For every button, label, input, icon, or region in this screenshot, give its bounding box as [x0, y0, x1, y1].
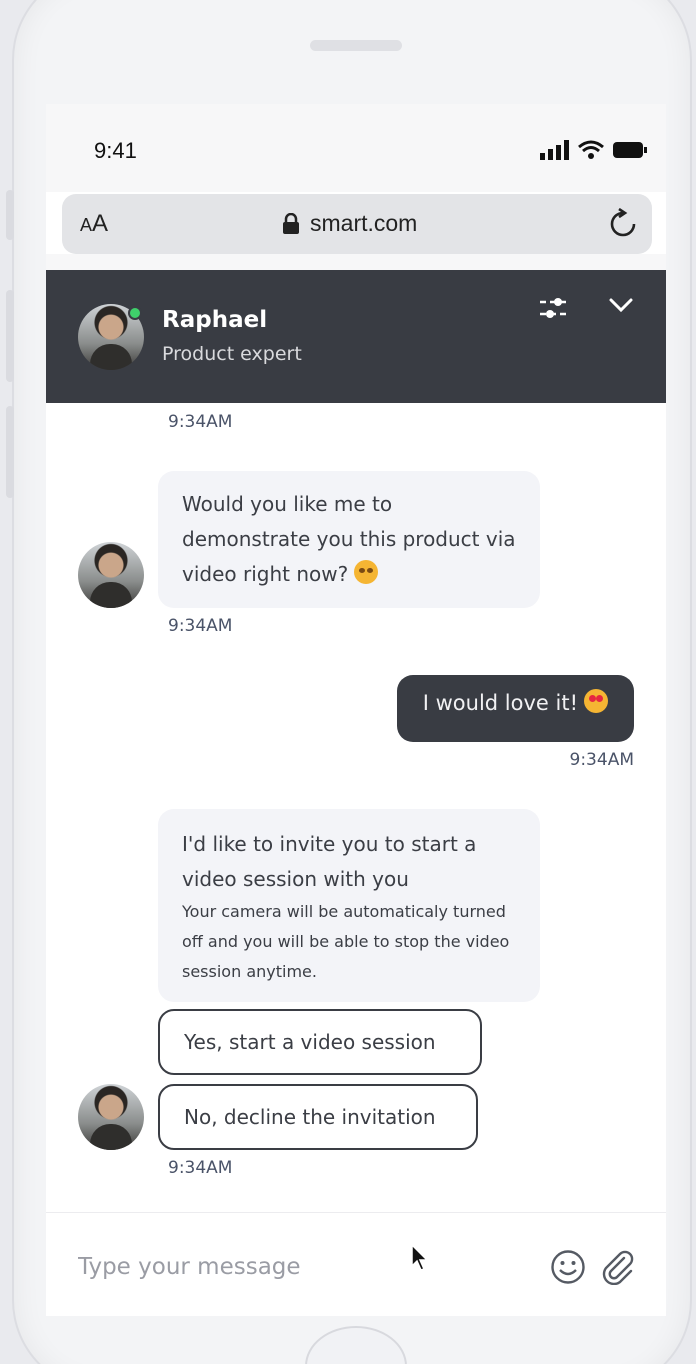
agent-role: Product expert	[162, 343, 302, 365]
message-timestamp: 9:34AM	[168, 616, 233, 636]
text-size-button[interactable]: AA	[80, 210, 108, 238]
speaker-grille	[310, 40, 402, 51]
emoji-icon[interactable]	[550, 1249, 586, 1285]
agent-avatar	[78, 542, 144, 608]
status-bar: 9:41	[46, 104, 666, 192]
chat-header: Raphael Product expert	[46, 270, 666, 403]
message-timestamp: 9:34AM	[168, 412, 233, 432]
wifi-icon	[578, 140, 604, 159]
status-time: 9:41	[94, 138, 137, 163]
url-display[interactable]: smart.com	[282, 210, 417, 237]
message-timestamp: 9:34AM	[569, 750, 634, 770]
user-message-bubble: I would love it!	[396, 675, 634, 742]
url-text: smart.com	[310, 210, 418, 236]
phone-screen: 9:41 AA smart.com Raphael Product expert…	[46, 104, 666, 1316]
side-button	[6, 290, 14, 382]
invite-note: Your camera will be automaticaly turned …	[182, 902, 510, 981]
invite-text: I'd like to invite you to start a video …	[182, 832, 477, 891]
browser-toolbar-bg	[46, 254, 666, 270]
decline-invitation-label: No, decline the invitation	[184, 1105, 436, 1129]
mouse-cursor-icon	[411, 1244, 429, 1271]
reload-icon[interactable]	[608, 208, 638, 240]
agent-name: Raphael	[162, 307, 268, 333]
paperclip-icon[interactable]	[600, 1249, 636, 1285]
online-status-indicator	[128, 306, 142, 320]
message-composer	[46, 1212, 666, 1316]
browser-url-bar[interactable]: AA smart.com	[62, 194, 652, 254]
message-text: I would love it!	[422, 691, 578, 715]
chevron-down-icon[interactable]	[608, 296, 634, 314]
side-button	[6, 406, 14, 498]
smile-emoji-icon	[354, 560, 379, 584]
message-timestamp: 9:34AM	[168, 1158, 233, 1178]
aa-label: A	[92, 210, 109, 237]
signal-icon	[540, 140, 569, 160]
battery-icon	[613, 142, 647, 158]
accept-video-label: Yes, start a video session	[184, 1030, 436, 1054]
message-input[interactable]	[78, 1247, 518, 1287]
status-icons	[540, 140, 648, 160]
decline-invitation-button[interactable]: No, decline the invitation	[158, 1084, 478, 1150]
message-text: Would you like me to demonstrate you thi…	[182, 492, 516, 586]
agent-avatar	[78, 1084, 144, 1150]
accept-video-button[interactable]: Yes, start a video session	[158, 1009, 482, 1075]
settings-sliders-icon[interactable]	[538, 294, 572, 322]
agent-message-bubble: Would you like me to demonstrate you thi…	[158, 471, 540, 608]
side-button	[6, 190, 14, 240]
lock-icon	[283, 212, 299, 234]
agent-invite-bubble: I'd like to invite you to start a video …	[158, 809, 540, 1002]
heart-eyes-emoji-icon	[584, 689, 608, 713]
